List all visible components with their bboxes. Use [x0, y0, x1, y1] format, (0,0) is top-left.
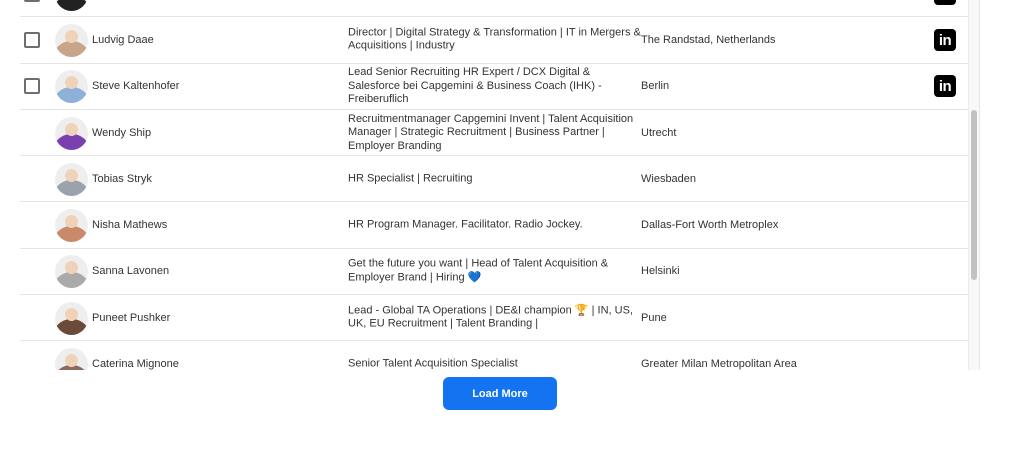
table-row[interactable]: in	[20, 0, 968, 18]
person-name[interactable]: Ludvig Daae	[92, 34, 154, 46]
avatar	[55, 116, 88, 150]
table-row[interactable]: Ludvig Daae Director | Digital Strategy &…	[20, 17, 968, 64]
row-checkbox[interactable]	[24, 0, 40, 2]
person-headline: Lead Senior Recruiting HR Expert / DCX D…	[348, 65, 602, 105]
person-headline: Get the future you want | Head of Talent…	[348, 257, 609, 284]
table-row[interactable]: Caterina Mignone Senior Talent Acquisitio…	[20, 341, 968, 370]
person-location: Berlin	[641, 80, 670, 93]
person-headline: Director | Digital Strategy & Transforma…	[348, 26, 641, 52]
person-headline: HR Program Manager. Facilitator. Radio J…	[348, 218, 583, 231]
person-name[interactable]: Tobias Stryk	[92, 173, 152, 185]
table-row[interactable]: Wendy Ship Recruitmentmanager Capgemini I…	[20, 110, 968, 157]
person-location: Greater Milan Metropolitan Area	[641, 358, 797, 370]
avatar	[55, 0, 88, 11]
person-headline: Recruitmentmanager Capgemini Invent | Ta…	[348, 112, 634, 152]
avatar	[55, 255, 88, 289]
avatar	[55, 70, 88, 104]
person-location: Utrecht	[641, 126, 677, 139]
person-headline: Senior Talent Acquisition Specialist	[348, 357, 518, 370]
person-name[interactable]: Caterina Mignone	[92, 358, 179, 370]
person-name[interactable]: Puneet Pushker	[92, 312, 170, 324]
person-location: Wiesbaden	[641, 172, 697, 185]
avatar	[55, 209, 88, 243]
person-location: Helsinki	[641, 265, 680, 278]
linkedin-icon[interactable]: in	[934, 28, 956, 51]
person-location: Pune	[641, 311, 667, 324]
person-name[interactable]: Sanna Lavonen	[92, 265, 169, 277]
table-row[interactable]: Tobias Stryk HR Specialist | Recruiting Wi…	[20, 156, 968, 203]
scrollbar-thumb[interactable]	[971, 110, 977, 280]
avatar	[55, 162, 88, 196]
avatar	[55, 301, 88, 335]
load-more-button[interactable]: Load More	[443, 377, 557, 410]
person-name[interactable]: Nisha Mathews	[92, 219, 167, 231]
linkedin-icon[interactable]: in	[934, 0, 956, 5]
scrollbar[interactable]	[968, 0, 979, 370]
table-row[interactable]: Puneet Pushker Lead - Global TA Operation…	[20, 295, 968, 342]
person-location: Dallas-Fort Worth Metroplex	[641, 219, 779, 232]
row-checkbox[interactable]	[24, 31, 40, 48]
person-name[interactable]: Steve Kaltenhofer	[92, 80, 179, 92]
table-row[interactable]: Nisha Mathews HR Program Manager. Facilit…	[20, 202, 968, 249]
results-table: in Ludvig Daae Director | Digital Strategy…	[0, 0, 980, 370]
person-headline: HR Specialist | Recruiting	[348, 172, 473, 185]
person-name[interactable]: Wendy Ship	[92, 127, 151, 139]
results-rows: in Ludvig Daae Director | Digital Strategy…	[20, 0, 968, 370]
table-row[interactable]: Sanna Lavonen Get the future you want | H…	[20, 249, 968, 296]
table-row[interactable]: Steve Kaltenhofer Lead Senior Recruiting …	[20, 64, 968, 110]
person-location: The Randstad, Netherlands	[641, 33, 776, 46]
person-headline: Lead - Global TA Operations | DE&I champ…	[348, 304, 633, 330]
avatar	[55, 23, 88, 57]
row-checkbox[interactable]	[24, 78, 40, 95]
avatar	[55, 348, 88, 370]
linkedin-icon[interactable]: in	[934, 75, 956, 98]
